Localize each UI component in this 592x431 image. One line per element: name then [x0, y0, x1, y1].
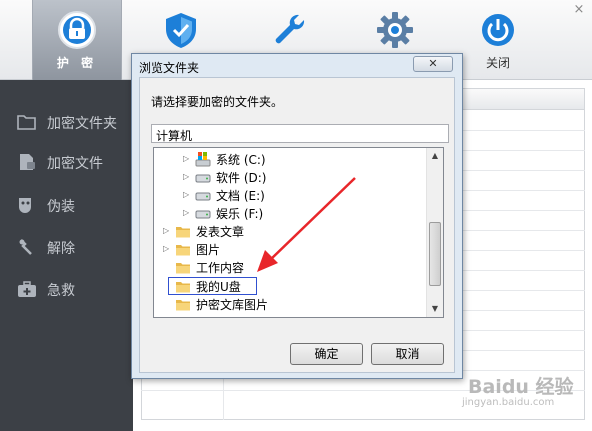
drive-icon [195, 174, 211, 183]
sidebar-item-label: 加密文件 [47, 156, 103, 172]
window-close-button[interactable]: × [572, 3, 586, 17]
tree-item-label: 图片 [196, 243, 221, 257]
expand-arrow-icon[interactable]: ▷ [183, 172, 191, 182]
folder-icon [17, 115, 36, 130]
toolbar-close-label: 关闭 [485, 56, 510, 70]
shield-icon [166, 13, 196, 48]
cancel-button[interactable]: 取消 [371, 343, 444, 365]
sidebar-item-unlock[interactable]: 解除 [0, 229, 133, 265]
tree-item-drive-c[interactable]: ▷ 系统 (C:) [154, 150, 426, 168]
unlock-icon [19, 239, 32, 255]
tree-item-label: 工作内容 [196, 261, 245, 275]
toolbar-protect-button[interactable]: 护 密 [32, 0, 122, 80]
folder-icon [176, 227, 190, 238]
app-window: 护 密 工具 [0, 0, 592, 431]
dialog-close-button[interactable]: ✕ [413, 56, 453, 72]
system-drive-icon [195, 152, 211, 167]
sidebar-item-label: 解除 [47, 241, 75, 257]
wrench-icon [275, 14, 305, 44]
file-icon [20, 154, 35, 170]
tree-item-label: 发表文章 [196, 225, 245, 239]
tree-item-label: 系统 (C:) [216, 153, 266, 167]
sidebar-item-disguise[interactable]: 伪装 [0, 187, 133, 223]
sidebar-item-label: 加密文件夹 [47, 116, 117, 132]
toolbar-protect-label: 护 密 [56, 56, 98, 70]
sidebar-item-first-aid[interactable]: 急救 [0, 271, 133, 307]
scroll-thumb[interactable] [429, 222, 441, 286]
tree-item-label: 护密文库图片 [196, 298, 269, 312]
tree-item-folder[interactable]: 护密文库图片 [154, 295, 426, 313]
lock-shield-icon [58, 11, 96, 49]
folder-icon [176, 263, 190, 274]
scroll-up-icon[interactable]: ▲ [427, 148, 443, 164]
drive-icon [195, 192, 211, 201]
sidebar-item-encrypt-folder[interactable]: 加密文件夹 [0, 104, 133, 140]
gear-icon [377, 12, 413, 48]
scroll-down-icon[interactable]: ▼ [427, 301, 443, 317]
expand-arrow-icon[interactable]: ▷ [183, 208, 191, 218]
watermark-text: Baidu 经验 [468, 376, 574, 398]
disguise-icon [19, 198, 31, 213]
folder-icon [176, 245, 190, 256]
power-icon [482, 14, 514, 46]
red-arrow-annotation [257, 177, 356, 272]
vertical-scrollbar[interactable]: ▲ ▼ [426, 148, 443, 317]
baidu-watermark: Baidu 经验 jingyan.baidu.com [454, 372, 584, 412]
dialog-title: 浏览文件夹 [139, 61, 200, 75]
expand-arrow-icon[interactable]: ▷ [183, 190, 191, 200]
dialog-prompt: 请选择要加密的文件夹。 [151, 95, 284, 109]
watermark-url: jingyan.baidu.com [462, 397, 555, 408]
expand-arrow-icon[interactable]: ▷ [183, 154, 191, 164]
expand-arrow-icon[interactable]: ▷ [163, 244, 171, 254]
expand-arrow-icon[interactable]: ▷ [163, 226, 171, 236]
sidebar: 加密文件夹 加密文件 伪装 解除 急救 [0, 80, 133, 431]
sidebar-item-encrypt-file[interactable]: 加密文件 [0, 144, 133, 180]
toolbar-close-button[interactable]: 关闭 [453, 0, 543, 80]
sidebar-item-label: 伪装 [47, 199, 75, 215]
path-field[interactable]: 计算机 [151, 124, 449, 143]
first-aid-icon [18, 281, 36, 297]
sidebar-item-label: 急救 [47, 283, 75, 299]
drive-icon [195, 210, 211, 219]
folder-icon [176, 300, 190, 311]
ok-button[interactable]: 确定 [290, 343, 363, 365]
selection-outline [168, 277, 257, 295]
